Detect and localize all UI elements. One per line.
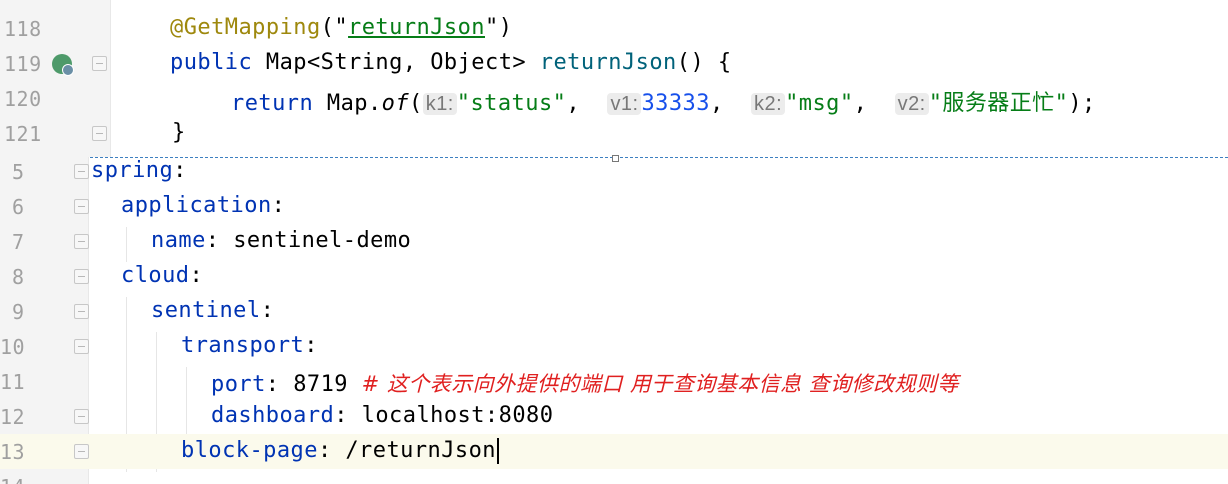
param-hint: v2:	[894, 93, 929, 115]
yaml-line-11[interactable]: 11 port: 8719 # 这个表示向外提供的端口 用于查询基本信息 查询修…	[0, 364, 1228, 399]
fold-marker-icon[interactable]	[74, 269, 89, 284]
yaml-line-9[interactable]: 9 sentinel:	[0, 294, 1228, 329]
yaml-line-5[interactable]: 5 spring:	[0, 157, 1228, 189]
code-text[interactable]: }	[172, 120, 186, 145]
code-line-120[interactable]: 120 return Map.of(k1: "status", v1: 33333,…	[0, 81, 1228, 116]
fold-marker-icon[interactable]	[74, 164, 89, 179]
fold-marker-icon[interactable]	[74, 199, 89, 214]
fold-marker-icon[interactable]	[74, 444, 89, 459]
param-hint: k2:	[751, 93, 786, 115]
line-number: 119	[4, 52, 42, 76]
yaml-line-13-current[interactable]: 13 block-page: /returnJson	[0, 434, 1228, 469]
line-number: 118	[4, 17, 42, 41]
mapping-path[interactable]: returnJson	[348, 15, 485, 40]
fold-marker-icon[interactable]	[74, 409, 89, 424]
yaml-line-14[interactable]: 14	[0, 469, 1228, 484]
code-line-121[interactable]: 121 }	[0, 116, 1228, 151]
code-text[interactable]: public Map<String, Object> returnJson() …	[170, 50, 732, 75]
yaml-line-12[interactable]: 12 dashboard: localhost:8080	[0, 399, 1228, 434]
fold-marker-icon[interactable]	[74, 234, 89, 249]
code-text[interactable]: @GetMapping("returnJson")	[170, 15, 512, 40]
spring-run-icon[interactable]	[52, 54, 74, 76]
param-hint: v1:	[607, 93, 642, 115]
yaml-line-7[interactable]: 7 name: sentinel-demo	[0, 224, 1228, 259]
fold-marker-icon[interactable]	[74, 339, 89, 354]
line-number: 120	[4, 87, 42, 111]
code-text[interactable]: return Map.of(k1: "status", v1: 33333, k2:…	[231, 85, 1096, 117]
code-line-119[interactable]: 119 public Map<String, Object> returnJso…	[0, 46, 1228, 81]
annotation: @GetMapping	[170, 15, 321, 40]
code-line-118[interactable]: 118 @GetMapping("returnJson")	[0, 11, 1228, 46]
java-editor-panel[interactable]: 118 @GetMapping("returnJson") 119 public…	[0, 0, 1228, 157]
param-hint: k1:	[422, 93, 457, 115]
yaml-editor-panel[interactable]: 5 spring: 6 application: 7 name: sentine…	[0, 157, 1228, 484]
method-name[interactable]: returnJson	[540, 50, 677, 75]
yaml-line-10[interactable]: 10 transport:	[0, 329, 1228, 364]
text-cursor	[497, 438, 500, 464]
yaml-line-6[interactable]: 6 application:	[0, 189, 1228, 224]
fold-marker-icon[interactable]	[92, 126, 107, 141]
yaml-comment: # 这个表示向外提供的端口 用于查询基本信息 查询修改规则等	[361, 372, 959, 396]
line-number: 121	[4, 122, 42, 146]
fold-marker-icon[interactable]	[74, 304, 89, 319]
fold-marker-icon[interactable]	[92, 56, 107, 71]
yaml-line-8[interactable]: 8 cloud:	[0, 259, 1228, 294]
